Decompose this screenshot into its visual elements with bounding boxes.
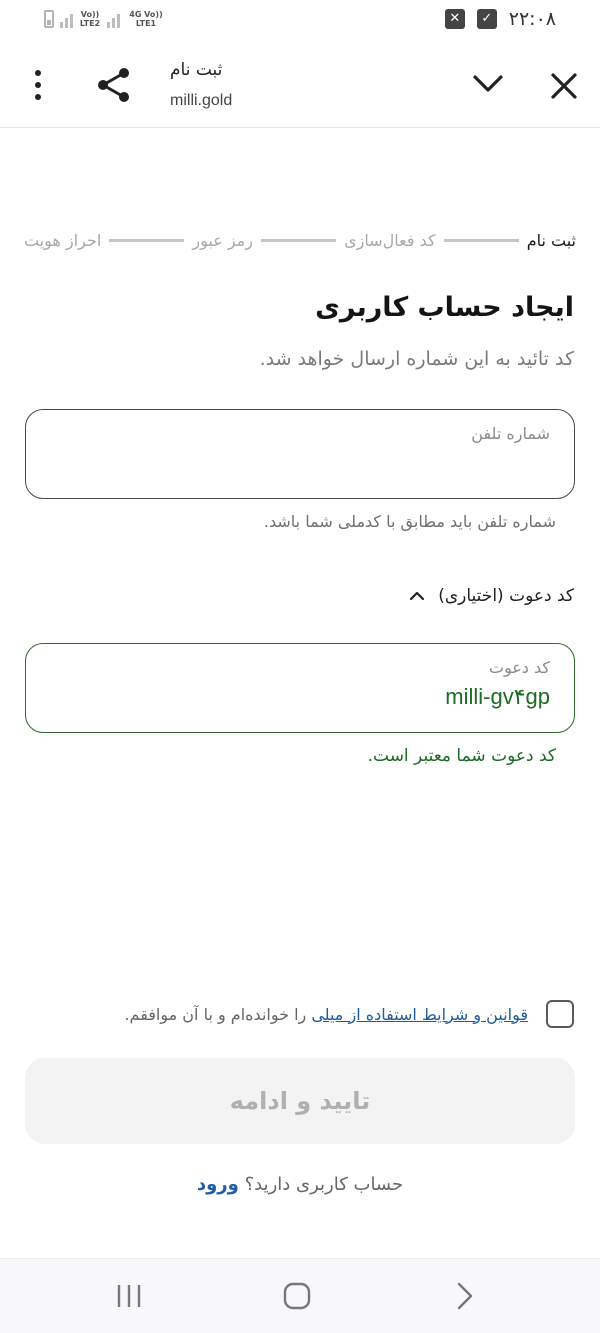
back-icon[interactable] (445, 1281, 485, 1311)
referral-field-label: کد دعوت (488, 658, 550, 677)
form-title: ایجاد حساب کاربری (315, 292, 574, 323)
referral-toggle[interactable]: کد دعوت (اختیاری) (408, 586, 574, 606)
step-divider (260, 238, 337, 242)
step-identity: احراز هویت (23, 230, 102, 250)
signal-icon-2 (107, 10, 120, 28)
network-label-2: 4G Vo)) LTE1 (129, 10, 163, 28)
login-link[interactable]: ورود (197, 1174, 239, 1195)
referral-field[interactable]: کد دعوت (25, 643, 575, 733)
signup-stepper: ثبت نام کد فعال‌سازی رمز عبور احراز هویت (24, 226, 576, 254)
phone-field-label: شماره تلفن (471, 424, 550, 443)
terms-row: قوانین و شرایط استفاده از میلی را خوانده… (124, 1000, 574, 1028)
step-password: رمز عبور (192, 230, 253, 250)
login-prompt: حساب کاربری دارید؟ ورود (0, 1174, 600, 1195)
browser-header: ثبت نام milli.gold (0, 44, 600, 128)
status-bar: Vo)) LTE2 4G Vo)) LTE1 ✕ ✓ ۲۲:۰۸ (0, 0, 600, 44)
page-url: milli.gold (170, 92, 233, 109)
clock: ۲۲:۰۸ (508, 8, 556, 30)
battery-icon (44, 10, 54, 28)
page-title: ثبت نام (170, 60, 223, 80)
login-question: حساب کاربری دارید؟ (238, 1174, 404, 1195)
status-left: Vo)) LTE2 4G Vo)) LTE1 (44, 10, 166, 28)
network-label-1: Vo)) LTE2 (79, 10, 101, 28)
referral-toggle-label: کد دعوت (اختیاری) (438, 586, 574, 606)
step-activation-code: کد فعال‌سازی (344, 230, 436, 250)
step-divider (109, 238, 185, 242)
more-options-icon[interactable] (24, 66, 52, 104)
check-notification-icon: ✓ (476, 9, 497, 29)
home-icon[interactable] (277, 1281, 317, 1311)
terms-checkbox[interactable] (546, 1000, 574, 1028)
step-divider (443, 238, 519, 242)
share-icon[interactable] (94, 66, 134, 104)
signal-icon (60, 10, 73, 28)
recent-apps-icon[interactable] (110, 1281, 150, 1311)
phone-field[interactable]: شماره تلفن (25, 409, 575, 499)
phone-helper-text: شماره تلفن باید مطابق با کدملی شما باشد. (263, 512, 556, 531)
terms-text: قوانین و شرایط استفاده از میلی را خوانده… (124, 1005, 528, 1024)
referral-input[interactable] (46, 680, 550, 714)
close-icon[interactable] (546, 68, 582, 104)
chevron-up-icon (410, 591, 425, 601)
status-right: ✕ ✓ ۲۲:۰۸ (444, 8, 556, 30)
submit-button[interactable]: تایید و ادامه (25, 1058, 575, 1144)
chevron-down-icon[interactable] (470, 66, 506, 102)
step-signup: ثبت نام (526, 230, 576, 250)
system-nav-bar (0, 1258, 600, 1333)
data-saver-icon: ✕ (444, 9, 465, 29)
terms-link[interactable]: قوانین و شرایط استفاده از میلی (311, 1005, 528, 1024)
form-subtitle: کد تائید به این شماره ارسال خواهد شد. (259, 348, 574, 370)
terms-text-rest: را خوانده‌ام و با آن موافقم. (124, 1004, 312, 1024)
phone-input[interactable] (46, 450, 550, 484)
referral-valid-text: کد دعوت شما معتبر است. (367, 746, 556, 766)
